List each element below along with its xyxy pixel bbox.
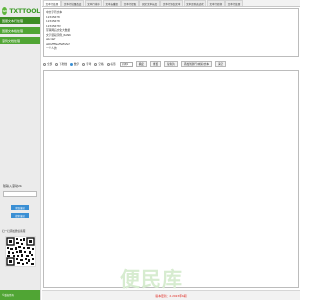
tab-add-text[interactable]: 文本行添加文本 xyxy=(160,0,183,6)
status-text: 版本更新：2.2023年6期 xyxy=(155,293,187,298)
text-line: 一个人的 xyxy=(46,46,57,50)
tab-regex[interactable]: 文本正则表达式 xyxy=(183,0,207,6)
tab-text-line[interactable]: 文本行处理 xyxy=(43,0,61,6)
option-letters[interactable]: 字母 xyxy=(82,62,91,66)
tab-bar: 文本行处理 文本行批量改变 文本行排序 文本去重组 文本行提取 固定文本长度 文… xyxy=(42,0,300,7)
option-label: 下划线 xyxy=(59,63,67,66)
reset-button[interactable]: 重置 xyxy=(149,61,162,67)
apply-button[interactable]: 确定 xyxy=(135,61,147,67)
tab-process[interactable]: 文本行处理 xyxy=(225,0,243,6)
option-label: 标签 xyxy=(110,63,116,66)
option-digits[interactable]: 数字 xyxy=(69,62,80,66)
watermark: 便民库 xyxy=(120,267,183,291)
logo-text: TXTTOOL xyxy=(9,7,40,15)
option-label: 全部 xyxy=(47,63,53,66)
option-label: 空格 xyxy=(98,63,104,66)
input-text-area[interactable]: 中文字符文本 12345678 12345678 12345678! 互联网后文… xyxy=(43,8,299,57)
radio-icon xyxy=(43,62,46,66)
add-button[interactable]: 添加到新行/末尾/文本 xyxy=(180,61,212,67)
option-label: 数字 xyxy=(73,63,80,66)
tab-fixed-length[interactable]: 固定文本长度 xyxy=(139,0,160,6)
radio-icon xyxy=(106,62,110,66)
tab-batch-change[interactable]: 文本行批量改变 xyxy=(61,0,84,6)
count-input[interactable]: 示例1 xyxy=(119,61,133,67)
clear-button[interactable]: 清空 xyxy=(214,61,227,67)
sidebar-nav: 国服文本行处理 国服文本格处理 滚筒文档处理 xyxy=(0,17,40,47)
radio-icon xyxy=(55,62,59,66)
output-text-area[interactable] xyxy=(43,70,299,288)
options-row: 全部 下划线 数字 字母 空格 标签 示例1 确定 重置 复制为 添加到新行/末… xyxy=(43,60,299,68)
tab-sort[interactable]: 文本行排序 xyxy=(84,0,103,6)
option-underscore[interactable]: 下划线 xyxy=(55,62,67,66)
option-tag[interactable]: 标签 xyxy=(106,62,116,66)
side-input-label: 随输入滚动2b xyxy=(3,184,22,188)
sidebar: txt TXTTOOL 国服文本行处理 国服文本格处理 滚筒文档处理 随输入滚动… xyxy=(0,0,41,300)
side-button-one[interactable]: 索取滚动 xyxy=(11,205,29,210)
side-button-two[interactable]: 搜索滚动 xyxy=(11,213,29,218)
status-bar: 版本更新：2.2023年6期 xyxy=(42,290,300,300)
option-space[interactable]: 空格 xyxy=(94,62,104,66)
radio-icon xyxy=(94,62,98,66)
sidebar-item-text-line[interactable]: 国服文本行处理 xyxy=(0,17,40,24)
sidebar-item-document[interactable]: 滚筒文档处理 xyxy=(0,37,40,44)
qr-code-icon xyxy=(5,236,36,267)
tab-dedupe[interactable]: 文本去重组 xyxy=(102,0,121,6)
tab-convert[interactable]: 文本行转换 xyxy=(206,0,225,6)
logo-mark-icon: txt xyxy=(2,7,8,15)
copy-button[interactable]: 复制为 xyxy=(164,61,178,67)
option-all[interactable]: 全部 xyxy=(43,62,52,66)
tab-extract[interactable]: 文本行提取 xyxy=(121,0,139,6)
radio-checked-icon xyxy=(69,62,73,66)
qr-label: 扫一扫添加微信客服 xyxy=(2,230,26,233)
app-logo: txt TXTTOOL xyxy=(2,6,40,16)
radio-icon xyxy=(82,62,86,66)
sidebar-item-text-grid[interactable]: 国服文本格处理 xyxy=(0,27,40,34)
side-input[interactable] xyxy=(3,191,37,197)
copyright: ©版权所有 xyxy=(0,290,40,300)
option-label: 字母 xyxy=(86,63,92,66)
